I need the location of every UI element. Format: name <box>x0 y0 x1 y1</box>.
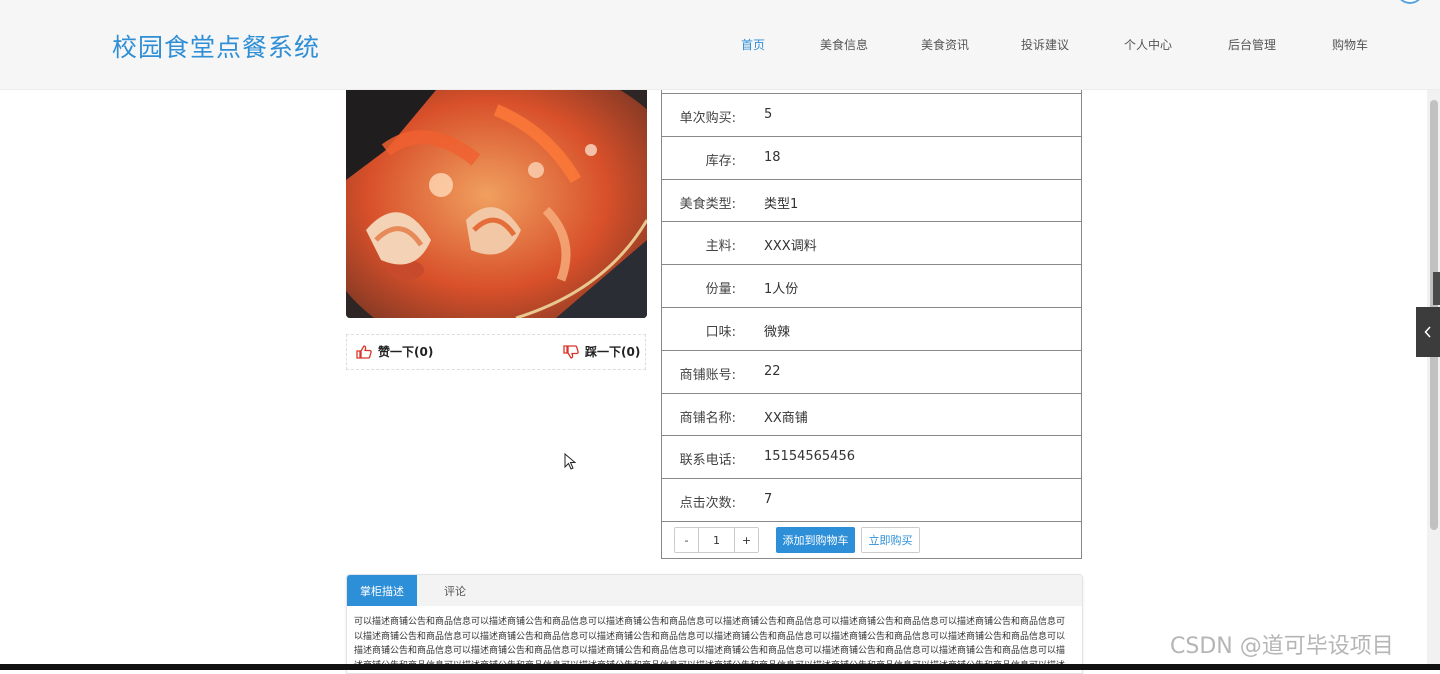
detail-row: 美食类型: 类型1 <box>662 178 1081 222</box>
nav-item-4[interactable]: 个人中心 <box>1124 36 1172 56</box>
purchase-actions: - 1 + 添加到购物车 立即购买 <box>662 521 1081 558</box>
buy-now-button[interactable]: 立即购买 <box>861 527 920 553</box>
detail-value: XXX调料 <box>764 239 817 255</box>
detail-row: 联系电话: 15154565456 <box>662 435 1081 478</box>
vote-box: 赞一下(0) 踩一下(0) <box>346 334 646 370</box>
detail-label: 商铺账号: <box>679 367 736 383</box>
detail-row: 库存: 18 <box>662 135 1081 179</box>
tab-seller-description[interactable]: 掌柜描述 <box>347 575 417 606</box>
thumbs-up-icon <box>356 344 372 359</box>
detail-value: 类型1 <box>764 196 799 212</box>
like-label: 赞一下(0) <box>378 345 434 359</box>
add-to-cart-button[interactable]: 添加到购物车 <box>776 527 855 553</box>
detail-row: 主料: XXX调料 <box>662 221 1081 264</box>
thumbs-down-icon <box>563 344 579 359</box>
user-avatar-icon[interactable] <box>1396 0 1424 4</box>
side-marker <box>1433 272 1440 305</box>
like-button[interactable]: 赞一下(0) <box>356 343 433 360</box>
tab-bar: 掌柜描述 评论 <box>347 575 1082 606</box>
detail-label: 联系电话: <box>679 453 736 469</box>
detail-value: 7 <box>764 492 773 508</box>
detail-label: 主料: <box>705 239 736 255</box>
detail-value: 1人份 <box>764 282 799 298</box>
detail-value: 18 <box>764 149 781 165</box>
top-header: 校园食堂点餐系统 首页 美食信息 美食资讯 投诉建议 个人中心 后台管理 购物车 <box>0 0 1440 90</box>
detail-row: 单次购买: 5 <box>662 93 1081 136</box>
detail-value: 5 <box>764 107 773 122</box>
side-panel-toggle[interactable] <box>1416 307 1440 357</box>
detail-row: 口味: 微辣 <box>662 307 1081 350</box>
detail-value: XX商铺 <box>764 410 808 426</box>
quantity-input[interactable]: 1 <box>699 528 734 552</box>
detail-label: 美食类型: <box>679 196 736 212</box>
detail-label: 库存: <box>705 153 736 169</box>
detail-label: 份量: <box>705 282 736 298</box>
dislike-label: 踩一下(0) <box>585 345 641 359</box>
detail-row: 份量: 1人份 <box>662 264 1081 307</box>
detail-value: 22 <box>764 363 781 379</box>
nav-item-1[interactable]: 美食信息 <box>820 36 868 56</box>
detail-label: 口味: <box>705 325 736 340</box>
site-logo[interactable]: 校园食堂点餐系统 <box>112 28 320 64</box>
mouse-cursor-icon <box>564 453 576 470</box>
detail-label: 点击次数: <box>679 496 736 512</box>
decrease-button[interactable]: - <box>675 528 699 552</box>
nav-item-6[interactable]: 购物车 <box>1332 36 1368 56</box>
food-image <box>346 90 647 318</box>
nav-item-5[interactable]: 后台管理 <box>1228 36 1276 56</box>
detail-value: 15154565456 <box>764 449 855 465</box>
chevron-left-icon <box>1424 326 1431 338</box>
detail-row: 商铺账号: 22 <box>662 349 1081 393</box>
bottom-edge <box>0 664 1440 670</box>
nav-item-0[interactable]: 首页 <box>741 36 765 56</box>
watermark: CSDN @道可毕设项目 <box>1170 634 1394 659</box>
nav-item-2[interactable]: 美食资讯 <box>921 36 969 56</box>
detail-label: 单次购买: <box>679 111 736 126</box>
dislike-button[interactable]: 踩一下(0) <box>563 343 640 360</box>
description-panel: 掌柜描述 评论 可以描述商铺公告和商品信息可以描述商铺公告和商品信息可以描述商铺… <box>346 574 1083 674</box>
food-detail-table: 单次购买: 5 库存: 18 美食类型: 类型1 主料: XXX调料份量: 1人份口味: 微辣商铺… <box>661 90 1082 559</box>
tab-comments[interactable]: 评论 <box>425 575 485 606</box>
detail-label: 商铺名称: <box>679 410 736 426</box>
nav-item-3[interactable]: 投诉建议 <box>1021 36 1069 56</box>
detail-row: 点击次数: 7 <box>662 478 1081 521</box>
increase-button[interactable]: + <box>734 528 758 552</box>
detail-value: 微辣 <box>764 325 791 340</box>
detail-row: 商铺名称: XX商铺 <box>662 392 1081 436</box>
quantity-stepper: - 1 + <box>674 527 759 553</box>
